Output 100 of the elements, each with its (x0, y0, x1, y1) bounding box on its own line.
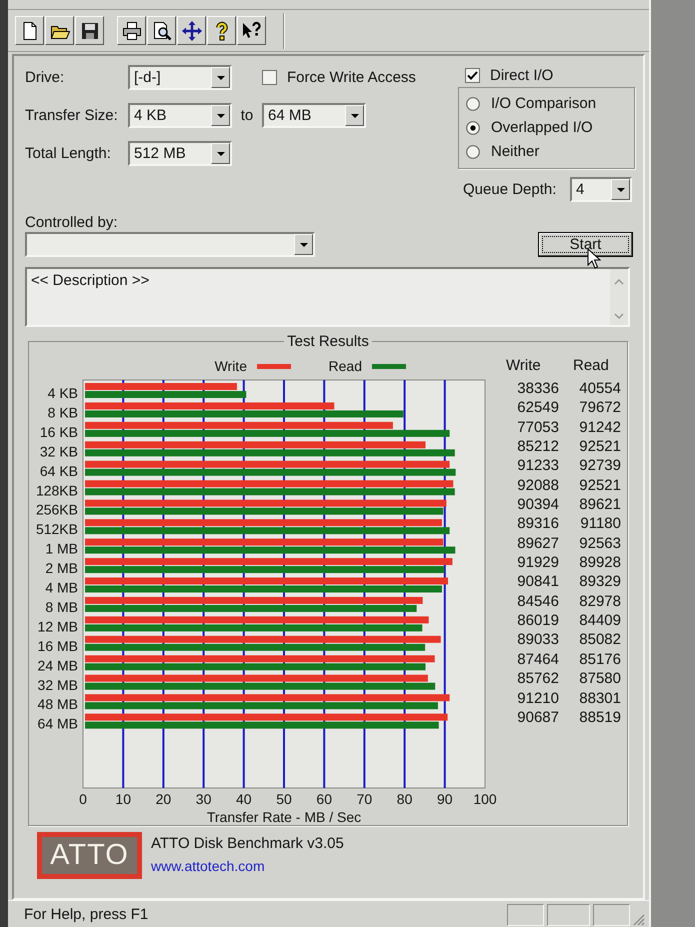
field-label: Total Length: (25, 145, 112, 162)
table-cell-text: 92563 (578, 534, 622, 554)
group-title: Test Results (286, 333, 370, 350)
radio-label[interactable]: I/O Comparison (491, 95, 596, 112)
table-cell-text: 91180 (579, 514, 622, 534)
table-cell-text: 62549 (516, 398, 560, 418)
field-label: Drive: (25, 69, 66, 86)
table-cell-text: 82978 (578, 592, 622, 612)
tick-label: 30 (196, 791, 212, 807)
table-cell-text: 85176 (578, 650, 622, 670)
field-label: Transfer Size: (25, 107, 119, 124)
caret-icon (216, 114, 224, 118)
radio-button[interactable] (466, 120, 480, 134)
table-cell-text: 85212 (516, 437, 560, 456)
scrollbar[interactable] (610, 269, 628, 325)
radio-button[interactable] (466, 96, 480, 110)
drive-dropdown[interactable]: [-d-] (128, 65, 232, 90)
tick-label: 50 (276, 791, 292, 807)
caret-icon (216, 76, 224, 80)
dropdown-button[interactable] (611, 179, 630, 200)
save-button[interactable] (75, 16, 104, 45)
transfer-size-to-dropdown[interactable]: 64 MB (262, 103, 366, 128)
four-way-arrow-icon (182, 20, 202, 40)
table-cell-text: 77053 (516, 418, 560, 438)
dropdown-button[interactable] (211, 143, 230, 164)
status-pane (507, 904, 544, 926)
category-label: 48 MB (38, 696, 78, 712)
open-button[interactable] (45, 16, 74, 45)
help-button[interactable] (207, 16, 236, 45)
resize-grip-icon (633, 914, 645, 926)
category-label: 12 MB (38, 618, 78, 634)
tick-label: 60 (316, 791, 332, 807)
start-button[interactable]: Start (538, 232, 633, 257)
print-preview-button[interactable] (147, 16, 176, 45)
tick-label: 0 (79, 791, 87, 807)
table-cell-text: 87464 (516, 650, 560, 670)
tick-label: 70 (356, 791, 372, 807)
table-cell-text: 85762 (516, 669, 560, 688)
pointer-question-icon (242, 20, 262, 40)
printer-icon (122, 20, 142, 40)
queue-depth-dropdown[interactable]: 4 (570, 177, 632, 202)
tick-label: 90 (437, 791, 453, 807)
category-label: 4 KB (48, 385, 78, 401)
table-cell-text: 92521 (578, 476, 622, 496)
category-label: 1 MB (45, 540, 78, 557)
new-file-button[interactable] (15, 16, 44, 45)
category-label: 32 MB (38, 676, 78, 693)
website-link[interactable]: www.attotech.com (151, 858, 344, 874)
move-button[interactable] (177, 16, 206, 45)
column-header: Read (572, 356, 610, 376)
print-button[interactable] (117, 16, 146, 45)
tick-label: 80 (396, 791, 412, 807)
category-label: 256KB (36, 502, 78, 518)
axis-title: Transfer Rate - MB / Sec (206, 809, 362, 825)
checkbox[interactable] (465, 68, 480, 82)
radio-button[interactable] (466, 144, 480, 158)
table-cell-text: 91233 (516, 456, 560, 476)
legend-label: Write (214, 358, 247, 374)
caret-icon (616, 188, 624, 192)
tick-label: 10 (115, 791, 131, 807)
table-cell-text: 91242 (578, 418, 622, 438)
table-cell-text: 89316 (516, 514, 560, 534)
category-label: 4 MB (45, 580, 78, 596)
table-cell-text: 90841 (516, 572, 560, 592)
category-label: 8 KB (48, 404, 78, 420)
radio-label[interactable]: Overlapped I/O (491, 119, 593, 136)
table-cell-text: 84409 (578, 611, 622, 630)
table-cell-text: 89928 (578, 553, 622, 572)
total-length-dropdown[interactable]: 512 MB (128, 141, 232, 166)
checkbox-label[interactable]: Force Write Access (287, 69, 416, 86)
mouse-pointer-icon (587, 248, 601, 269)
table-cell-text: 38336 (516, 379, 560, 398)
radio-label[interactable]: Neither (491, 143, 540, 160)
category-label: 2 MB (45, 560, 78, 576)
category-label: 24 MB (38, 657, 78, 674)
status-pane (593, 904, 630, 926)
checkbox[interactable] (262, 70, 277, 85)
tick-label: 40 (236, 791, 252, 807)
legend-label: Read (328, 358, 362, 374)
transfer-size-from-dropdown[interactable]: 4 KB (128, 103, 232, 128)
table-cell-text: 89621 (578, 495, 622, 514)
table-cell-text: 91929 (516, 553, 560, 572)
controlled-by-dropdown[interactable] (25, 232, 315, 257)
table-cell-text: 89627 (516, 534, 560, 554)
field-label: Controlled by: (25, 214, 118, 231)
table-cell-text: 84546 (516, 592, 560, 612)
dropdown-button[interactable] (211, 67, 230, 88)
table-cell-text: 85082 (578, 630, 622, 650)
category-label: 16 KB (40, 424, 78, 440)
checkbox-label[interactable]: Direct I/O (490, 66, 554, 84)
table-cell-text: 89033 (516, 630, 560, 650)
product-title: ATTO Disk Benchmark v3.05 (151, 835, 344, 852)
dropdown-button[interactable] (294, 234, 313, 255)
table-cell-text: 87580 (578, 669, 622, 688)
dropdown-button[interactable] (211, 105, 230, 126)
tick-label: 20 (156, 791, 172, 807)
context-help-button[interactable] (237, 16, 266, 45)
description-field[interactable]: << Description >> (25, 267, 630, 327)
caret-icon (216, 152, 224, 156)
dropdown-button[interactable] (345, 105, 364, 126)
